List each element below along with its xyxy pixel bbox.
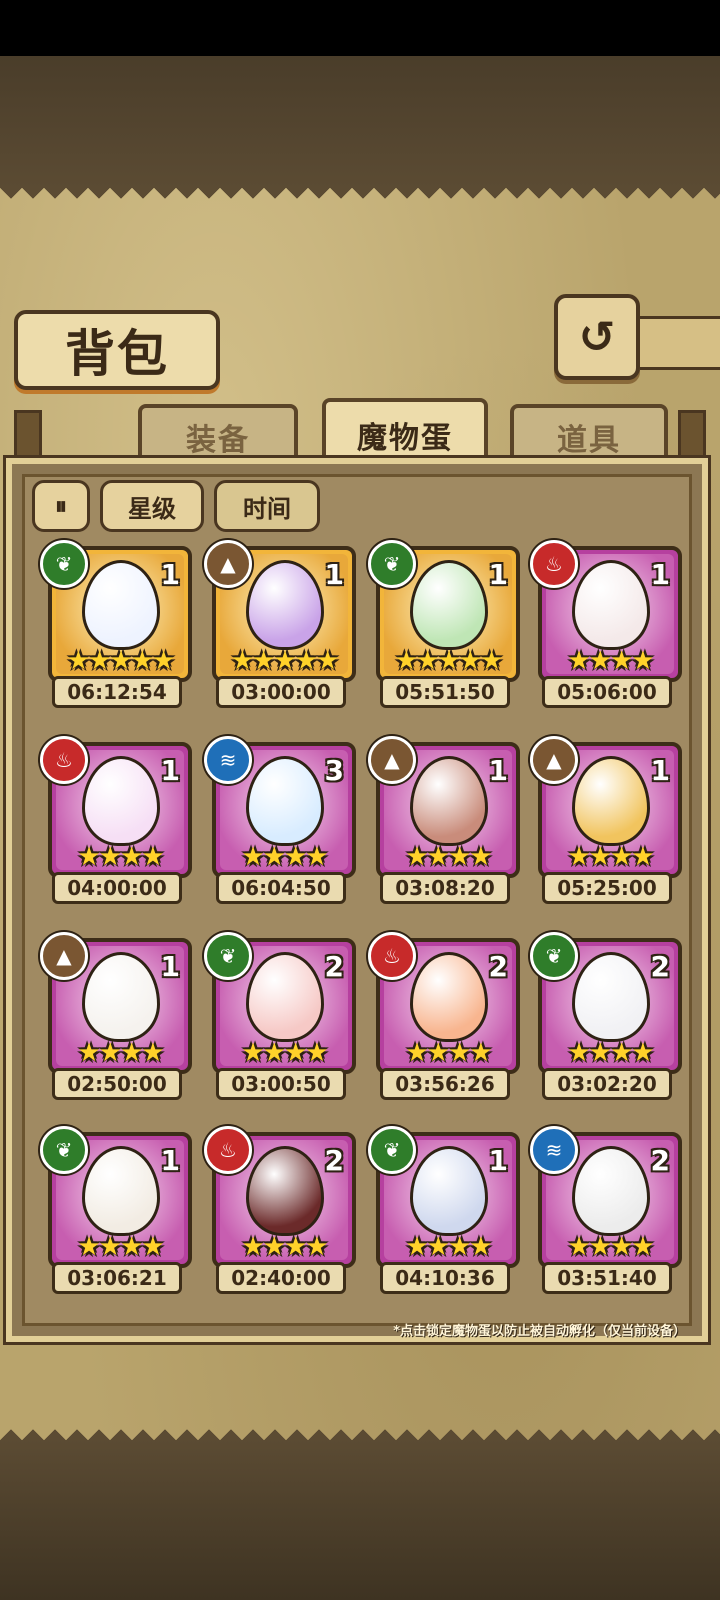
leaf-element-icon: ❦ [40,1126,88,1174]
hatch-timer: 02:40:00 [216,1262,346,1294]
hatch-timer: 03:51:40 [542,1262,672,1294]
torn-edge-bottom [0,1418,720,1440]
egg-star-rating: ★★★★ [567,842,654,872]
hatch-timer: 03:06:21 [52,1262,182,1294]
auto-hatch-lock-note: *点击锁定魔物蛋以防止被自动孵化（仅当前设备） [393,1324,686,1339]
page-title-plate: 背包 [14,310,220,390]
egg-star-rating: ★★★★ [241,1232,328,1262]
egg-count: 2 [650,1144,670,1177]
leaf-element-icon: ❦ [368,540,416,588]
egg-count: 1 [324,558,344,591]
egg-star-rating: ★★★★ [77,1038,164,1068]
egg-star-rating: ★★★★ [567,1232,654,1262]
egg-count: 1 [160,754,180,787]
hatch-timer: 03:02:20 [542,1068,672,1100]
tab-equipment[interactable]: 装备 [138,404,298,466]
egg-star-rating: ★★★★ [405,1038,492,1068]
egg-star-rating: ★★★★★ [66,646,176,676]
egg-count: 2 [324,1144,344,1177]
back-button-rail [636,316,720,370]
hatch-timer: 04:00:00 [52,872,182,904]
hatch-timer: 05:25:00 [542,872,672,904]
egg-star-rating: ★★★★ [241,1038,328,1068]
egg-count: 1 [160,950,180,983]
hatch-timer: 05:51:50 [380,676,510,708]
egg-star-rating: ★★★★ [405,842,492,872]
sort-by-time-label: 时间 [243,494,291,523]
back-button[interactable]: ↺ [554,294,640,380]
egg-count: 1 [160,558,180,591]
fire-element-icon: ♨ [368,932,416,980]
egg-star-rating: ★★★★ [241,842,328,872]
top-map-background [0,56,720,188]
hatch-timer: 05:06:00 [542,676,672,708]
leaf-element-icon: ❦ [368,1126,416,1174]
tab-items-label: 道具 [557,423,621,458]
egg-star-rating: ★★★★ [567,646,654,676]
egg-star-rating: ★★★★★ [230,646,340,676]
tab-equipment-label: 装备 [186,423,250,458]
sort-order-icon: ⏸ [55,492,67,520]
sort-order-toggle-button[interactable]: ⏸ [32,480,90,532]
hatch-timer: 06:04:50 [216,872,346,904]
hatch-timer: 06:12:54 [52,676,182,708]
bottom-map-background [0,1440,720,1600]
hatch-timer: 03:56:26 [380,1068,510,1100]
egg-star-rating: ★★★★★ [394,646,504,676]
fire-element-icon: ♨ [204,1126,252,1174]
egg-count: 3 [324,754,344,787]
sort-by-star-label: 星级 [128,494,176,523]
egg-star-rating: ★★★★ [77,842,164,872]
hatch-timer: 03:00:00 [216,676,346,708]
egg-count: 1 [488,558,508,591]
leaf-element-icon: ❦ [204,932,252,980]
tab-items[interactable]: 道具 [510,404,668,466]
egg-count: 1 [650,754,670,787]
egg-star-rating: ★★★★ [567,1038,654,1068]
egg-count: 1 [650,558,670,591]
tab-monster-eggs-label: 魔物蛋 [357,421,453,456]
hatch-timer: 03:08:20 [380,872,510,904]
hatch-timer: 02:50:00 [52,1068,182,1100]
page-title: 背包 [65,324,169,383]
return-icon: ↺ [578,311,616,363]
egg-count: 1 [488,754,508,787]
fire-element-icon: ♨ [40,736,88,784]
egg-star-rating: ★★★★ [77,1232,164,1262]
egg-count: 2 [650,950,670,983]
egg-count: 2 [324,950,344,983]
rock-element-icon: ▲ [204,540,252,588]
torn-edge-top [0,188,720,210]
water-element-icon: ≋ [530,1126,578,1174]
sort-by-time-button[interactable]: 时间 [214,480,320,532]
tab-bar-right-edge [678,410,706,463]
leaf-element-icon: ❦ [530,932,578,980]
leaf-element-icon: ❦ [40,540,88,588]
egg-count: 1 [488,1144,508,1177]
egg-star-rating: ★★★★ [405,1232,492,1262]
rock-element-icon: ▲ [530,736,578,784]
egg-count: 1 [160,1144,180,1177]
egg-count: 2 [488,950,508,983]
sort-by-star-button[interactable]: 星级 [100,480,204,532]
hatch-timer: 03:00:50 [216,1068,346,1100]
tab-bar-left-edge [14,410,42,463]
rock-element-icon: ▲ [40,932,88,980]
water-element-icon: ≋ [204,736,252,784]
fire-element-icon: ♨ [530,540,578,588]
hatch-timer: 04:10:36 [380,1262,510,1294]
rock-element-icon: ▲ [368,736,416,784]
